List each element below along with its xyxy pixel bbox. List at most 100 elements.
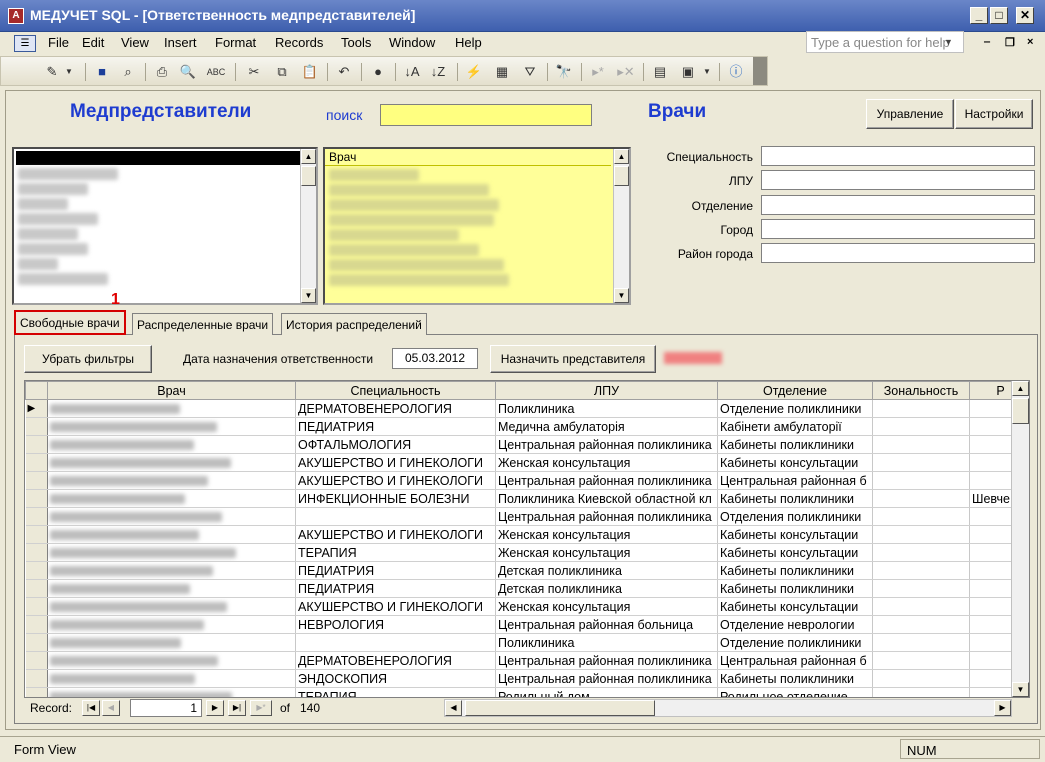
list-item[interactable] <box>18 258 58 270</box>
table-row[interactable]: ОФТАЛЬМОЛОГИЯ Центральная районная поликл… <box>25 435 1029 454</box>
table-row[interactable]: ТЕРАПИЯ Родильный дом Родильное отделение <box>25 687 1029 697</box>
zonality-cell[interactable] <box>872 543 970 562</box>
zonality-cell[interactable] <box>872 561 970 580</box>
list-item[interactable] <box>18 273 108 285</box>
specialty-cell[interactable]: ЭНДОСКОПИЯ <box>295 669 496 688</box>
list-item[interactable] <box>18 228 78 240</box>
scroll-thumb[interactable] <box>614 166 629 186</box>
filter-by-selection-icon[interactable]: ⚡ <box>463 62 485 82</box>
menu-insert[interactable]: Insert <box>164 35 197 50</box>
menu-edit[interactable]: Edit <box>82 35 104 50</box>
zonality-cell[interactable] <box>872 399 970 418</box>
menu-file[interactable]: File <box>48 35 69 50</box>
menu-view[interactable]: View <box>121 35 149 50</box>
mdi-close-button[interactable]: × <box>1027 36 1033 48</box>
department-cell[interactable]: Кабінети амбулаторії <box>717 417 873 436</box>
list-item[interactable] <box>18 168 118 180</box>
lpu-cell[interactable]: Центральная районная поликлиника <box>495 471 718 490</box>
specialty-cell[interactable]: ПЕДИАТРИЯ <box>295 417 496 436</box>
column-header-specialty[interactable]: Специальность <box>295 381 496 400</box>
department-cell[interactable]: Отделение поликлиники <box>717 633 873 652</box>
specialty-cell[interactable]: ИНФЕКЦИОННЫЕ БОЛЕЗНИ <box>295 489 496 508</box>
form-window-icon[interactable]: ☰ <box>14 35 36 52</box>
doctor-cell[interactable] <box>47 453 296 472</box>
list-item[interactable] <box>18 213 98 225</box>
lpu-cell[interactable]: Медична амбулаторія <box>495 417 718 436</box>
lpu-cell[interactable]: Поликлиника Киевской областной кл <box>495 489 718 508</box>
lpu-cell[interactable]: Родильный дом <box>495 687 718 697</box>
specialty-cell[interactable] <box>295 633 496 652</box>
zonality-cell[interactable] <box>872 435 970 454</box>
department-cell[interactable]: Центральная районная б <box>717 651 873 670</box>
department-cell[interactable]: Кабинеты консультации <box>717 543 873 562</box>
zonality-cell[interactable] <box>872 615 970 634</box>
apply-filter-icon[interactable]: ⛛ <box>519 62 541 82</box>
scroll-up-icon[interactable]: ▲ <box>614 149 629 164</box>
sort-ascending-icon[interactable]: ↓A <box>401 62 423 82</box>
chevron-down-icon[interactable]: ▼ <box>63 62 75 82</box>
row-selector[interactable] <box>25 579 48 598</box>
list-item[interactable] <box>18 243 88 255</box>
department-cell[interactable]: Кабинеты поликлиники <box>717 489 873 508</box>
row-selector[interactable] <box>25 597 48 616</box>
cut-icon[interactable]: ✂ <box>243 62 265 82</box>
specialty-cell[interactable]: ТЕРАПИЯ <box>295 543 496 562</box>
tab-history[interactable]: История распределений <box>281 313 427 335</box>
specialty-cell[interactable]: ДЕРМАТОВЕНЕРОЛОГИЯ <box>295 399 496 418</box>
new-record-icon[interactable]: ▸* <box>587 62 609 82</box>
specialty-cell[interactable]: ПЕДИАТРИЯ <box>295 561 496 580</box>
list-item[interactable] <box>329 229 459 241</box>
new-record-nav-icon[interactable]: ▶* <box>250 700 272 716</box>
specialty-cell[interactable] <box>295 507 496 526</box>
find-icon[interactable]: 🔭 <box>553 62 575 82</box>
lpu-cell[interactable]: Детская поликлиника <box>495 561 718 580</box>
doctors-listbox[interactable]: Врач ▲ ▼ <box>323 147 631 305</box>
specialty-cell[interactable]: АКУШЕРСТВО И ГИНЕКОЛОГИ <box>295 597 496 616</box>
column-header-doctor[interactable]: Врач <box>47 381 296 400</box>
next-record-icon[interactable]: ▶ <box>206 700 224 716</box>
lpu-cell[interactable]: Женская консультация <box>495 597 718 616</box>
doctor-cell[interactable] <box>47 435 296 454</box>
lpu-cell[interactable]: Центральная районная поликлиника <box>495 651 718 670</box>
list-item[interactable] <box>329 169 419 181</box>
doctor-cell[interactable] <box>47 579 296 598</box>
menu-records[interactable]: Records <box>275 35 323 50</box>
menu-help[interactable]: Help <box>455 35 482 50</box>
sort-descending-icon[interactable]: ↓Z <box>427 62 449 82</box>
print-preview-icon[interactable]: 🔍 <box>177 62 199 82</box>
list-item[interactable] <box>329 184 489 196</box>
department-cell[interactable]: Кабинеты поликлиники <box>717 561 873 580</box>
doctor-cell[interactable] <box>47 507 296 526</box>
scroll-thumb[interactable] <box>1012 398 1029 424</box>
menu-format[interactable]: Format <box>215 35 256 50</box>
row-selector[interactable] <box>25 417 48 436</box>
lpu-cell[interactable]: Женская консультация <box>495 453 718 472</box>
doctor-cell[interactable] <box>47 471 296 490</box>
list-item[interactable] <box>18 183 88 195</box>
mdi-restore-button[interactable]: ❐ <box>1005 36 1015 49</box>
zonality-cell[interactable] <box>872 525 970 544</box>
row-selector[interactable] <box>25 687 48 697</box>
scroll-thumb[interactable] <box>301 166 316 186</box>
zonality-cell[interactable] <box>872 507 970 526</box>
table-row[interactable]: ПЕДИАТРИЯ Детская поликлиника Кабинеты пол… <box>25 579 1029 598</box>
file-search-icon[interactable]: ⌕ <box>117 62 139 82</box>
department-cell[interactable]: Родильное отделение <box>717 687 873 697</box>
row-selector[interactable] <box>25 633 48 652</box>
row-selector[interactable] <box>25 471 48 490</box>
lpu-cell[interactable]: Женская консультация <box>495 543 718 562</box>
row-selector[interactable] <box>25 453 48 472</box>
department-cell[interactable]: Кабинеты консультации <box>717 525 873 544</box>
paste-icon[interactable]: 📋 <box>299 62 321 82</box>
table-row[interactable]: АКУШЕРСТВО И ГИНЕКОЛОГИ Женская консульта… <box>25 525 1029 544</box>
specialty-field[interactable] <box>761 146 1035 166</box>
zonality-cell[interactable] <box>872 453 970 472</box>
doctor-cell[interactable] <box>47 633 296 652</box>
app-icon[interactable]: А <box>8 8 24 24</box>
department-cell[interactable]: Кабинеты консультации <box>717 453 873 472</box>
zonality-cell[interactable] <box>872 651 970 670</box>
scroll-thumb[interactable] <box>465 700 655 716</box>
column-header-lpu[interactable]: ЛПУ <box>495 381 718 400</box>
zonality-cell[interactable] <box>872 597 970 616</box>
filter-by-form-icon[interactable]: ▦ <box>491 62 513 82</box>
